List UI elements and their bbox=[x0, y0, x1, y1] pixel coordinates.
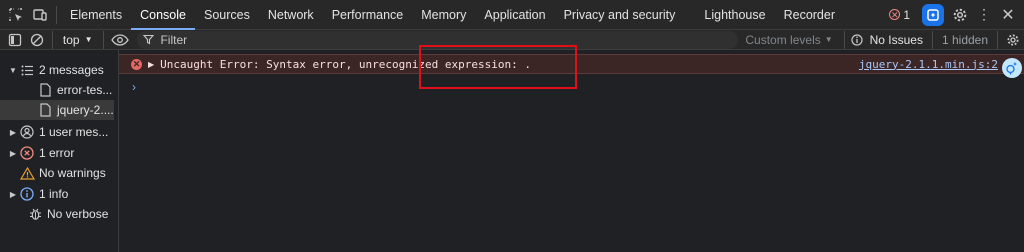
sidebar-item-file-error-test[interactable]: error-tes... bbox=[0, 80, 118, 100]
context-selector[interactable]: top ▼ bbox=[57, 33, 99, 47]
file-icon bbox=[36, 82, 54, 98]
console-prompt[interactable]: › bbox=[132, 80, 136, 94]
info-icon bbox=[18, 186, 36, 202]
divider bbox=[843, 30, 845, 49]
divider bbox=[931, 30, 933, 49]
sidebar-item-label: 1 error bbox=[39, 146, 75, 160]
caret-right-icon: ▶ bbox=[9, 148, 17, 158]
caret-right-icon: ▶ bbox=[9, 189, 17, 199]
list-icon bbox=[18, 62, 36, 78]
bug-icon bbox=[26, 206, 44, 222]
ai-assistance-icon bbox=[927, 8, 939, 21]
tab-network[interactable]: Network bbox=[259, 0, 323, 30]
tab-console[interactable]: Console bbox=[131, 0, 195, 30]
sidebar-item-messages[interactable]: ▼ 2 messages bbox=[0, 60, 118, 80]
file-icon bbox=[36, 102, 54, 118]
tab-elements[interactable]: Elements bbox=[61, 0, 131, 30]
tab-performance[interactable]: Performance bbox=[323, 0, 413, 30]
console-sidebar: ▼ 2 messages error-tes... jquery-2.... ▶… bbox=[0, 50, 119, 252]
sidebar-item-label: jquery-2.... bbox=[57, 103, 114, 117]
tab-lighthouse[interactable]: Lighthouse bbox=[695, 0, 774, 30]
device-toolbar-icon[interactable] bbox=[28, 3, 52, 27]
user-icon bbox=[18, 124, 36, 140]
sidebar-item-warnings[interactable]: No warnings bbox=[0, 163, 118, 183]
more-options-icon[interactable]: ⋮ bbox=[972, 3, 996, 27]
divider bbox=[51, 30, 53, 49]
caret-right-icon: ▶ bbox=[9, 127, 17, 137]
tab-recorder[interactable]: Recorder bbox=[775, 0, 844, 30]
sidebar-item-label: No warnings bbox=[39, 166, 106, 180]
error-icon: ✕ bbox=[889, 9, 901, 20]
annotation-highlight-box bbox=[419, 45, 577, 89]
floating-ai-button[interactable] bbox=[1002, 58, 1022, 78]
expand-triangle-icon[interactable]: ▶ bbox=[148, 60, 154, 69]
error-icon bbox=[18, 145, 36, 161]
error-icon: ✕ bbox=[131, 58, 142, 70]
sidebar-item-user-messages[interactable]: ▶ 1 user mes... bbox=[0, 122, 118, 142]
sidebar-item-file-jquery[interactable]: jquery-2.... bbox=[0, 100, 114, 120]
sidebar-item-verbose[interactable]: No verbose bbox=[0, 204, 118, 224]
caret-down-icon: ▼ bbox=[9, 65, 17, 75]
sidebar-item-label: 2 messages bbox=[39, 63, 104, 77]
sidebar-item-label: 1 info bbox=[39, 187, 69, 201]
info-icon[interactable] bbox=[849, 30, 865, 50]
sidebar-item-label: No verbose bbox=[47, 207, 109, 221]
tab-memory[interactable]: Memory bbox=[412, 0, 475, 30]
context-label: top bbox=[62, 32, 80, 47]
sidebar-item-errors[interactable]: ▶ 1 error bbox=[0, 143, 118, 163]
warning-icon bbox=[18, 165, 36, 181]
log-levels-label: Custom levels bbox=[745, 32, 821, 47]
tab-privacy-security[interactable]: Privacy and security bbox=[555, 0, 696, 30]
filter-icon bbox=[143, 34, 155, 45]
sidebar-item-info[interactable]: ▶ 1 info bbox=[0, 184, 118, 204]
error-count: 1 bbox=[903, 7, 910, 22]
tab-application[interactable]: Application bbox=[475, 0, 554, 30]
error-counter[interactable]: ✕ 1 bbox=[889, 8, 910, 22]
issues-button[interactable]: No Issues bbox=[865, 33, 928, 47]
ai-assistance-button[interactable] bbox=[922, 3, 944, 26]
settings-gear-icon[interactable] bbox=[948, 3, 972, 27]
chevron-down-icon: ▼ bbox=[824, 35, 833, 44]
inspect-element-icon[interactable] bbox=[4, 3, 28, 27]
clear-console-icon[interactable] bbox=[26, 30, 48, 50]
devtools-tab-bar: Elements Console Sources Network Perform… bbox=[0, 0, 1024, 30]
hidden-count: 1 hidden bbox=[941, 32, 989, 47]
sidebar-item-label: error-tes... bbox=[57, 83, 113, 97]
chevron-down-icon: ▼ bbox=[84, 35, 93, 44]
divider bbox=[102, 30, 104, 49]
console-settings-gear-icon[interactable] bbox=[1002, 30, 1024, 50]
close-icon[interactable]: ✕ bbox=[996, 3, 1020, 27]
divider bbox=[997, 30, 999, 49]
log-levels-dropdown[interactable]: Custom levels ▼ bbox=[738, 33, 839, 47]
live-expression-eye-icon[interactable] bbox=[108, 30, 134, 50]
tab-sources[interactable]: Sources bbox=[195, 0, 259, 30]
sidebar-item-label: 1 user mes... bbox=[39, 125, 109, 139]
divider bbox=[56, 5, 57, 24]
filter-placeholder: Filter bbox=[160, 32, 188, 47]
sparkle-icon bbox=[1006, 62, 1017, 75]
error-source-link[interactable]: jquery-2.1.1.min.js:2 bbox=[859, 58, 998, 71]
sidebar-toggle-icon[interactable] bbox=[4, 30, 26, 50]
